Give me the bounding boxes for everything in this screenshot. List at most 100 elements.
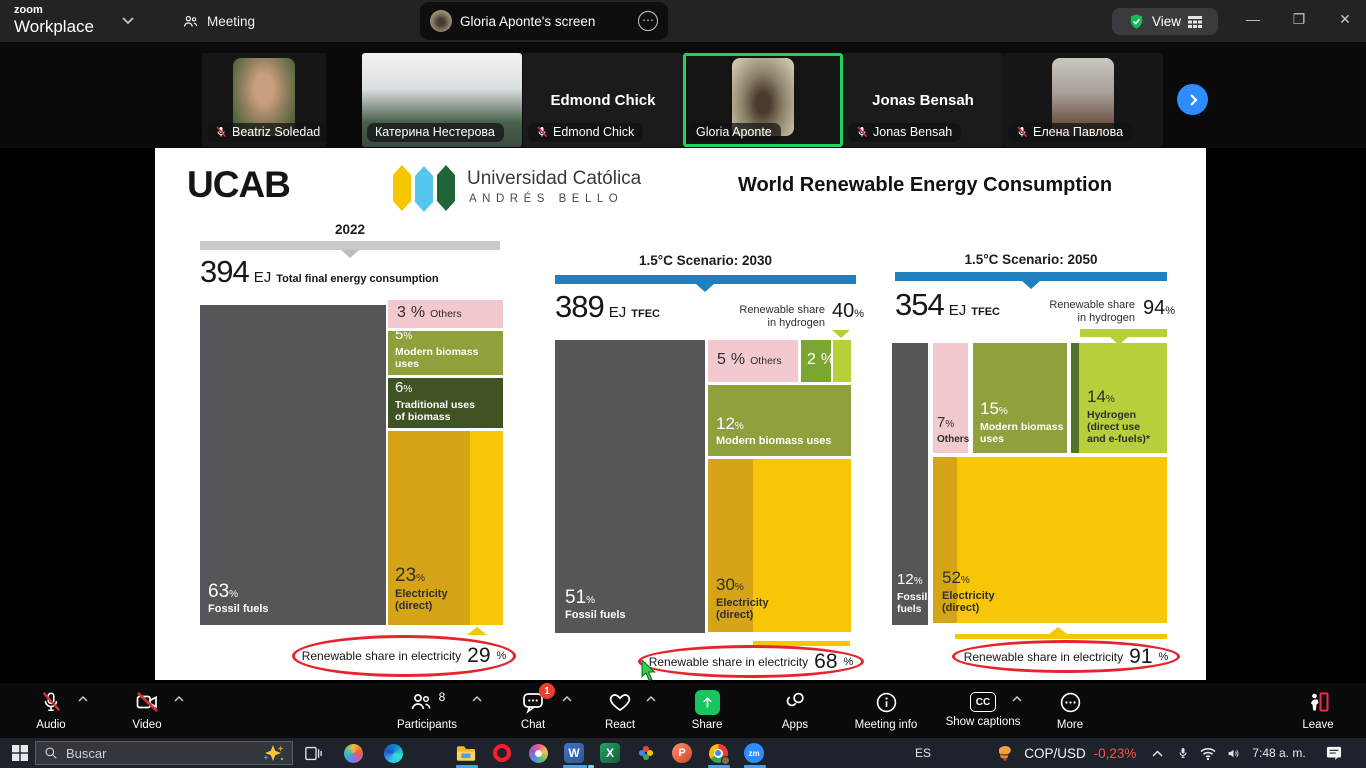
video-tile-gloria-active[interactable]: Gloria Aponte bbox=[683, 53, 843, 147]
participant-name: Катерина Нестерова bbox=[375, 125, 495, 139]
chart1-segment-traditional-biomass: 6% Traditional uses of biomass bbox=[388, 378, 503, 428]
meeting-people-icon bbox=[182, 13, 199, 30]
chat-options-chevron[interactable] bbox=[562, 696, 572, 702]
zoom-meeting-toolbar: Audio Video 8 Participants 1 Chat bbox=[0, 683, 1366, 738]
captions-options-chevron[interactable] bbox=[1012, 696, 1022, 702]
copilot-app-icon[interactable] bbox=[340, 738, 366, 768]
mic-muted-icon bbox=[40, 689, 62, 715]
chat-unread-badge: 1 bbox=[539, 683, 555, 699]
chart3-timeline-caret bbox=[1022, 281, 1040, 289]
ticker-pair[interactable]: COP/USD bbox=[1022, 738, 1088, 768]
chart1-total-label: Total final energy consumption bbox=[276, 273, 438, 285]
ucab-logo-pods-icon bbox=[393, 165, 459, 213]
video-tile-jonas[interactable]: Jonas Bensah Jonas Bensah bbox=[843, 53, 1003, 147]
video-tile-beatriz[interactable]: Beatriz Soledad bbox=[202, 53, 326, 147]
chart2-hydrogen-share-label: Renewable share in hydrogen bbox=[675, 304, 825, 330]
chart2-hydrogen-caret bbox=[832, 330, 850, 338]
audio-button[interactable]: Audio bbox=[19, 689, 83, 731]
photos-app-icon[interactable] bbox=[632, 738, 660, 768]
ticker-change[interactable]: -0,23% bbox=[1090, 738, 1140, 768]
chart3-hydrogen-share-value: 94% bbox=[1143, 297, 1175, 320]
opera-app-icon[interactable] bbox=[488, 738, 516, 768]
video-options-chevron[interactable] bbox=[174, 696, 184, 702]
chat-button[interactable]: 1 Chat bbox=[501, 689, 565, 731]
chart1-segment-electricity: 23% Electricity (direct) bbox=[388, 431, 503, 625]
share-button[interactable]: Share bbox=[675, 689, 739, 731]
zoom-app-icon[interactable]: zm bbox=[740, 738, 768, 768]
notification-center-icon[interactable] bbox=[1320, 738, 1348, 768]
video-tile-katerina[interactable]: Катерина Нестерова bbox=[362, 53, 522, 147]
mic-muted-icon bbox=[215, 126, 227, 138]
meeting-info-button[interactable]: Meeting info bbox=[849, 689, 923, 731]
window-restore-button[interactable]: ❐ bbox=[1284, 11, 1314, 28]
edge-app-icon[interactable] bbox=[380, 738, 406, 768]
chart1-timeline-bar bbox=[200, 241, 500, 250]
tray-volume-icon[interactable] bbox=[1220, 738, 1246, 768]
chart3-hydrogen-share-label: Renewable share in hydrogen bbox=[985, 299, 1135, 325]
apps-icon bbox=[783, 689, 807, 715]
chart2-segment-electricity: 30% Electricity (direct) bbox=[708, 459, 851, 632]
view-button[interactable]: View bbox=[1112, 8, 1218, 35]
excel-app-icon[interactable]: X bbox=[596, 738, 624, 768]
leave-button[interactable]: Leave bbox=[1286, 689, 1350, 731]
chart1-total-value: 394 bbox=[200, 254, 249, 290]
mic-muted-icon bbox=[1016, 126, 1028, 138]
file-explorer-icon[interactable] bbox=[452, 738, 480, 768]
video-button[interactable]: Video bbox=[115, 689, 179, 731]
participant-nameplate: Jonas Bensah bbox=[848, 123, 961, 142]
window-minimize-button[interactable]: — bbox=[1238, 11, 1268, 27]
chart3-segment-hydrogen: 14% Hydrogen (direct use and e-fuels)* bbox=[1071, 343, 1167, 453]
workspace-chevron-down-icon[interactable] bbox=[122, 17, 134, 25]
shared-screen-area: UCAB Universidad Católica ANDRÉS BELLO W… bbox=[0, 148, 1366, 683]
participant-nameplate: Gloria Aponte bbox=[688, 123, 781, 142]
apps-button[interactable]: Apps bbox=[763, 689, 827, 731]
chart2-renewable-hydrogen-strip bbox=[833, 340, 851, 382]
more-button[interactable]: More bbox=[1038, 689, 1102, 731]
chart1-renewable-electricity-callout: Renewable share in electricity 29% bbox=[292, 635, 516, 677]
tab-meeting[interactable]: Meeting bbox=[172, 0, 265, 42]
participants-icon bbox=[409, 690, 433, 714]
tray-microphone-icon[interactable] bbox=[1172, 738, 1194, 768]
screen-share-avatar bbox=[430, 10, 452, 32]
video-tile-edmond[interactable]: Edmond Chick Edmond Chick bbox=[523, 53, 683, 147]
clock[interactable]: 7:48 a. m. bbox=[1248, 738, 1310, 768]
start-button[interactable] bbox=[6, 738, 34, 768]
search-input[interactable]: Buscar bbox=[35, 741, 293, 765]
chart1-segment-modern-biomass: 5% Modern biomass uses bbox=[388, 331, 503, 375]
tab-options-ellipsis-icon[interactable]: ⋯ bbox=[638, 11, 658, 31]
zoom-title-bar: zoom Workplace Meeting Gloria Aponte's s… bbox=[0, 0, 1366, 42]
chart3-renewable-bar bbox=[955, 634, 1167, 639]
chart1-renewable-caret bbox=[467, 627, 487, 635]
tab-screen-share[interactable]: Gloria Aponte's screen ⋯ bbox=[420, 2, 668, 40]
chart2-segment-hydrogen: 2% bbox=[801, 340, 831, 382]
windows-taskbar: Buscar W X P bbox=[0, 738, 1366, 768]
participants-button[interactable]: 8 Participants bbox=[391, 689, 463, 731]
word-app-icon[interactable]: W bbox=[560, 738, 588, 768]
tab-screen-label: Gloria Aponte's screen bbox=[460, 14, 595, 29]
university-subname: ANDRÉS BELLO bbox=[469, 193, 623, 205]
paint-app-icon[interactable] bbox=[524, 738, 552, 768]
chrome-app-icon[interactable] bbox=[704, 738, 732, 768]
react-button[interactable]: React bbox=[588, 689, 652, 731]
tray-expand-chevron[interactable] bbox=[1146, 738, 1168, 768]
ticker-widget-icon[interactable] bbox=[992, 738, 1018, 768]
tray-wifi-icon[interactable] bbox=[1196, 738, 1220, 768]
participants-count: 8 bbox=[439, 690, 446, 704]
video-tile-elena[interactable]: Елена Павлова bbox=[1003, 53, 1163, 147]
slide-title: World Renewable Energy Consumption bbox=[675, 174, 1175, 197]
captions-button[interactable]: CC Show captions bbox=[941, 689, 1025, 728]
task-view-button[interactable] bbox=[300, 738, 326, 768]
search-placeholder: Buscar bbox=[66, 746, 106, 761]
next-participants-arrow-button[interactable] bbox=[1177, 84, 1208, 115]
chart3-timeline-bar bbox=[895, 272, 1167, 281]
view-label: View bbox=[1152, 14, 1181, 29]
participants-options-chevron[interactable] bbox=[472, 696, 482, 702]
window-close-button[interactable]: ✕ bbox=[1330, 11, 1360, 28]
react-options-chevron[interactable] bbox=[646, 696, 656, 702]
chart2-timeline-caret bbox=[696, 284, 714, 292]
language-indicator[interactable]: ES bbox=[908, 738, 938, 768]
ucab-logo-text: UCAB bbox=[187, 164, 290, 206]
audio-options-chevron[interactable] bbox=[78, 696, 88, 702]
powerpoint-app-icon[interactable]: P bbox=[668, 738, 696, 768]
participant-nameplate: Edmond Chick bbox=[528, 123, 643, 142]
